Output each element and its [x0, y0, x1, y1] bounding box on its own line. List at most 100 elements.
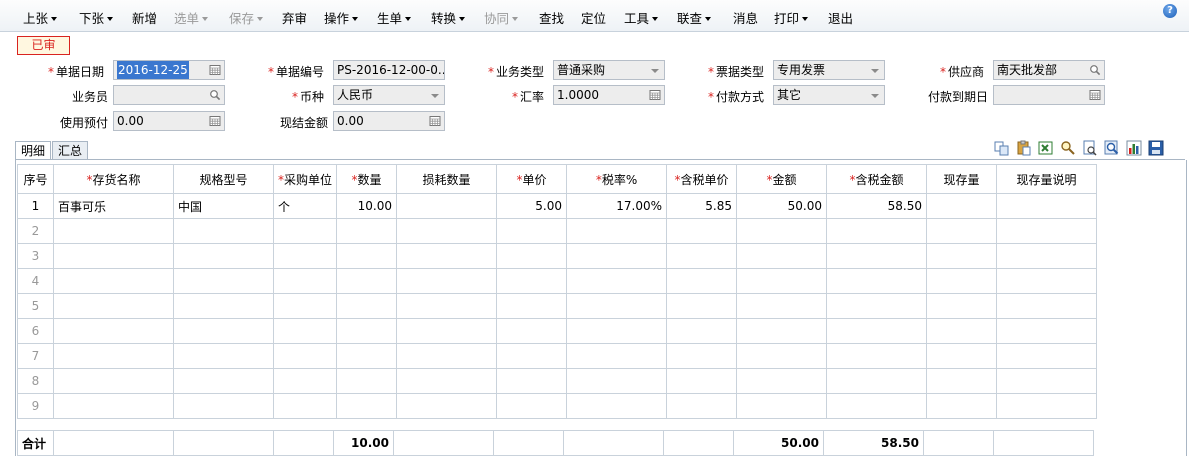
- pay-method-select[interactable]: 其它: [773, 85, 885, 105]
- table-cell[interactable]: [996, 243, 1098, 269]
- table-row[interactable]: 6: [17, 318, 1098, 344]
- table-cell[interactable]: [736, 218, 828, 244]
- table-cell[interactable]: [566, 218, 668, 244]
- table-cell[interactable]: [336, 218, 398, 244]
- table-cell[interactable]: [996, 293, 1098, 319]
- table-cell[interactable]: [566, 243, 668, 269]
- table-cell[interactable]: [736, 343, 828, 369]
- table-cell[interactable]: [666, 393, 738, 419]
- table-cell[interactable]: 10.00: [336, 193, 398, 219]
- toolbar-item-16[interactable]: 退出: [828, 8, 853, 27]
- toolbar-item-1[interactable]: 下张: [79, 8, 114, 27]
- chart-icon[interactable]: [1125, 139, 1143, 157]
- table-cell[interactable]: [666, 243, 738, 269]
- table-cell[interactable]: [336, 393, 398, 419]
- excel-export-icon[interactable]: [1037, 139, 1055, 157]
- help-icon[interactable]: ?: [1163, 4, 1177, 18]
- table-cell[interactable]: [53, 243, 174, 269]
- table-cell[interactable]: [173, 343, 274, 369]
- table-cell[interactable]: [996, 368, 1098, 394]
- column-header[interactable]: 现存量: [926, 164, 998, 194]
- table-cell[interactable]: [53, 343, 174, 369]
- toolbar-item-8[interactable]: 转换: [431, 8, 466, 27]
- table-cell[interactable]: [496, 218, 568, 244]
- table-cell[interactable]: [566, 268, 668, 294]
- currency-select[interactable]: 人民币: [333, 85, 445, 105]
- table-cell[interactable]: [336, 268, 398, 294]
- table-cell[interactable]: [272, 343, 338, 369]
- table-cell[interactable]: [926, 193, 998, 219]
- table-cell[interactable]: [53, 393, 174, 419]
- table-cell[interactable]: [272, 268, 338, 294]
- table-cell[interactable]: [666, 343, 738, 369]
- toolbar-item-15[interactable]: 打印: [774, 8, 809, 27]
- table-cell[interactable]: [926, 318, 998, 344]
- table-cell[interactable]: [396, 368, 498, 394]
- table-cell[interactable]: 中国: [173, 193, 274, 219]
- salesman-field[interactable]: [113, 85, 225, 105]
- table-cell[interactable]: [336, 343, 398, 369]
- search-filter-icon[interactable]: [1059, 139, 1077, 157]
- invoice-type-select[interactable]: 专用发票: [773, 60, 885, 80]
- table-cell[interactable]: [666, 218, 738, 244]
- table-cell[interactable]: [736, 293, 828, 319]
- table-cell[interactable]: [496, 393, 568, 419]
- table-cell[interactable]: [496, 268, 568, 294]
- table-cell[interactable]: [496, 243, 568, 269]
- table-cell[interactable]: 50.00: [736, 193, 828, 219]
- tab-summary[interactable]: 汇总: [52, 141, 88, 160]
- table-cell[interactable]: [996, 268, 1098, 294]
- chevron-down-icon[interactable]: [651, 69, 659, 73]
- search-icon[interactable]: [1089, 64, 1101, 76]
- preview-icon[interactable]: [1081, 139, 1099, 157]
- toolbar-item-3[interactable]: 选单: [174, 8, 209, 27]
- column-header[interactable]: *金额: [736, 164, 828, 194]
- table-cell[interactable]: [272, 243, 338, 269]
- search-icon[interactable]: [209, 89, 221, 101]
- copy-icon[interactable]: [993, 139, 1011, 157]
- column-header[interactable]: *单价: [496, 164, 568, 194]
- table-row[interactable]: 4: [17, 268, 1098, 294]
- table-cell[interactable]: 5.00: [496, 193, 568, 219]
- biz-type-select[interactable]: 普通采购: [553, 60, 665, 80]
- calculator-icon[interactable]: [209, 115, 221, 127]
- table-cell[interactable]: [826, 368, 928, 394]
- table-cell[interactable]: [53, 218, 174, 244]
- table-cell[interactable]: [53, 293, 174, 319]
- save-layout-icon[interactable]: [1147, 139, 1165, 157]
- table-cell[interactable]: [826, 393, 928, 419]
- table-cell[interactable]: [272, 368, 338, 394]
- toolbar-item-12[interactable]: 工具: [624, 8, 659, 27]
- table-cell[interactable]: [736, 268, 828, 294]
- toolbar-item-0[interactable]: 上张: [23, 8, 58, 27]
- table-cell[interactable]: [396, 393, 498, 419]
- table-cell[interactable]: [396, 193, 498, 219]
- column-header[interactable]: *采购单位: [272, 164, 338, 194]
- table-cell[interactable]: [173, 218, 274, 244]
- toolbar-item-14[interactable]: 消息: [733, 8, 758, 27]
- table-cell[interactable]: [926, 293, 998, 319]
- column-header[interactable]: *税率%: [566, 164, 668, 194]
- table-cell[interactable]: [396, 268, 498, 294]
- table-cell[interactable]: [736, 393, 828, 419]
- toolbar-item-13[interactable]: 联查: [677, 8, 712, 27]
- table-cell[interactable]: 百事可乐: [53, 193, 174, 219]
- table-cell[interactable]: [996, 318, 1098, 344]
- table-cell[interactable]: [336, 318, 398, 344]
- rate-field[interactable]: 1.0000: [553, 85, 665, 105]
- toolbar-item-2[interactable]: 新增: [132, 8, 157, 27]
- table-cell[interactable]: [496, 318, 568, 344]
- table-cell[interactable]: [336, 243, 398, 269]
- toolbar-item-6[interactable]: 操作: [324, 8, 359, 27]
- column-header[interactable]: *含税金额: [826, 164, 928, 194]
- date-field[interactable]: 2016-12-25: [113, 60, 225, 80]
- table-cell[interactable]: [396, 293, 498, 319]
- calculator-icon[interactable]: [649, 89, 661, 101]
- table-cell[interactable]: [566, 343, 668, 369]
- table-cell[interactable]: [336, 368, 398, 394]
- toolbar-item-10[interactable]: 查找: [539, 8, 564, 27]
- table-cell[interactable]: [272, 318, 338, 344]
- table-cell[interactable]: [826, 343, 928, 369]
- column-header[interactable]: *含税单价: [666, 164, 738, 194]
- table-cell[interactable]: [173, 318, 274, 344]
